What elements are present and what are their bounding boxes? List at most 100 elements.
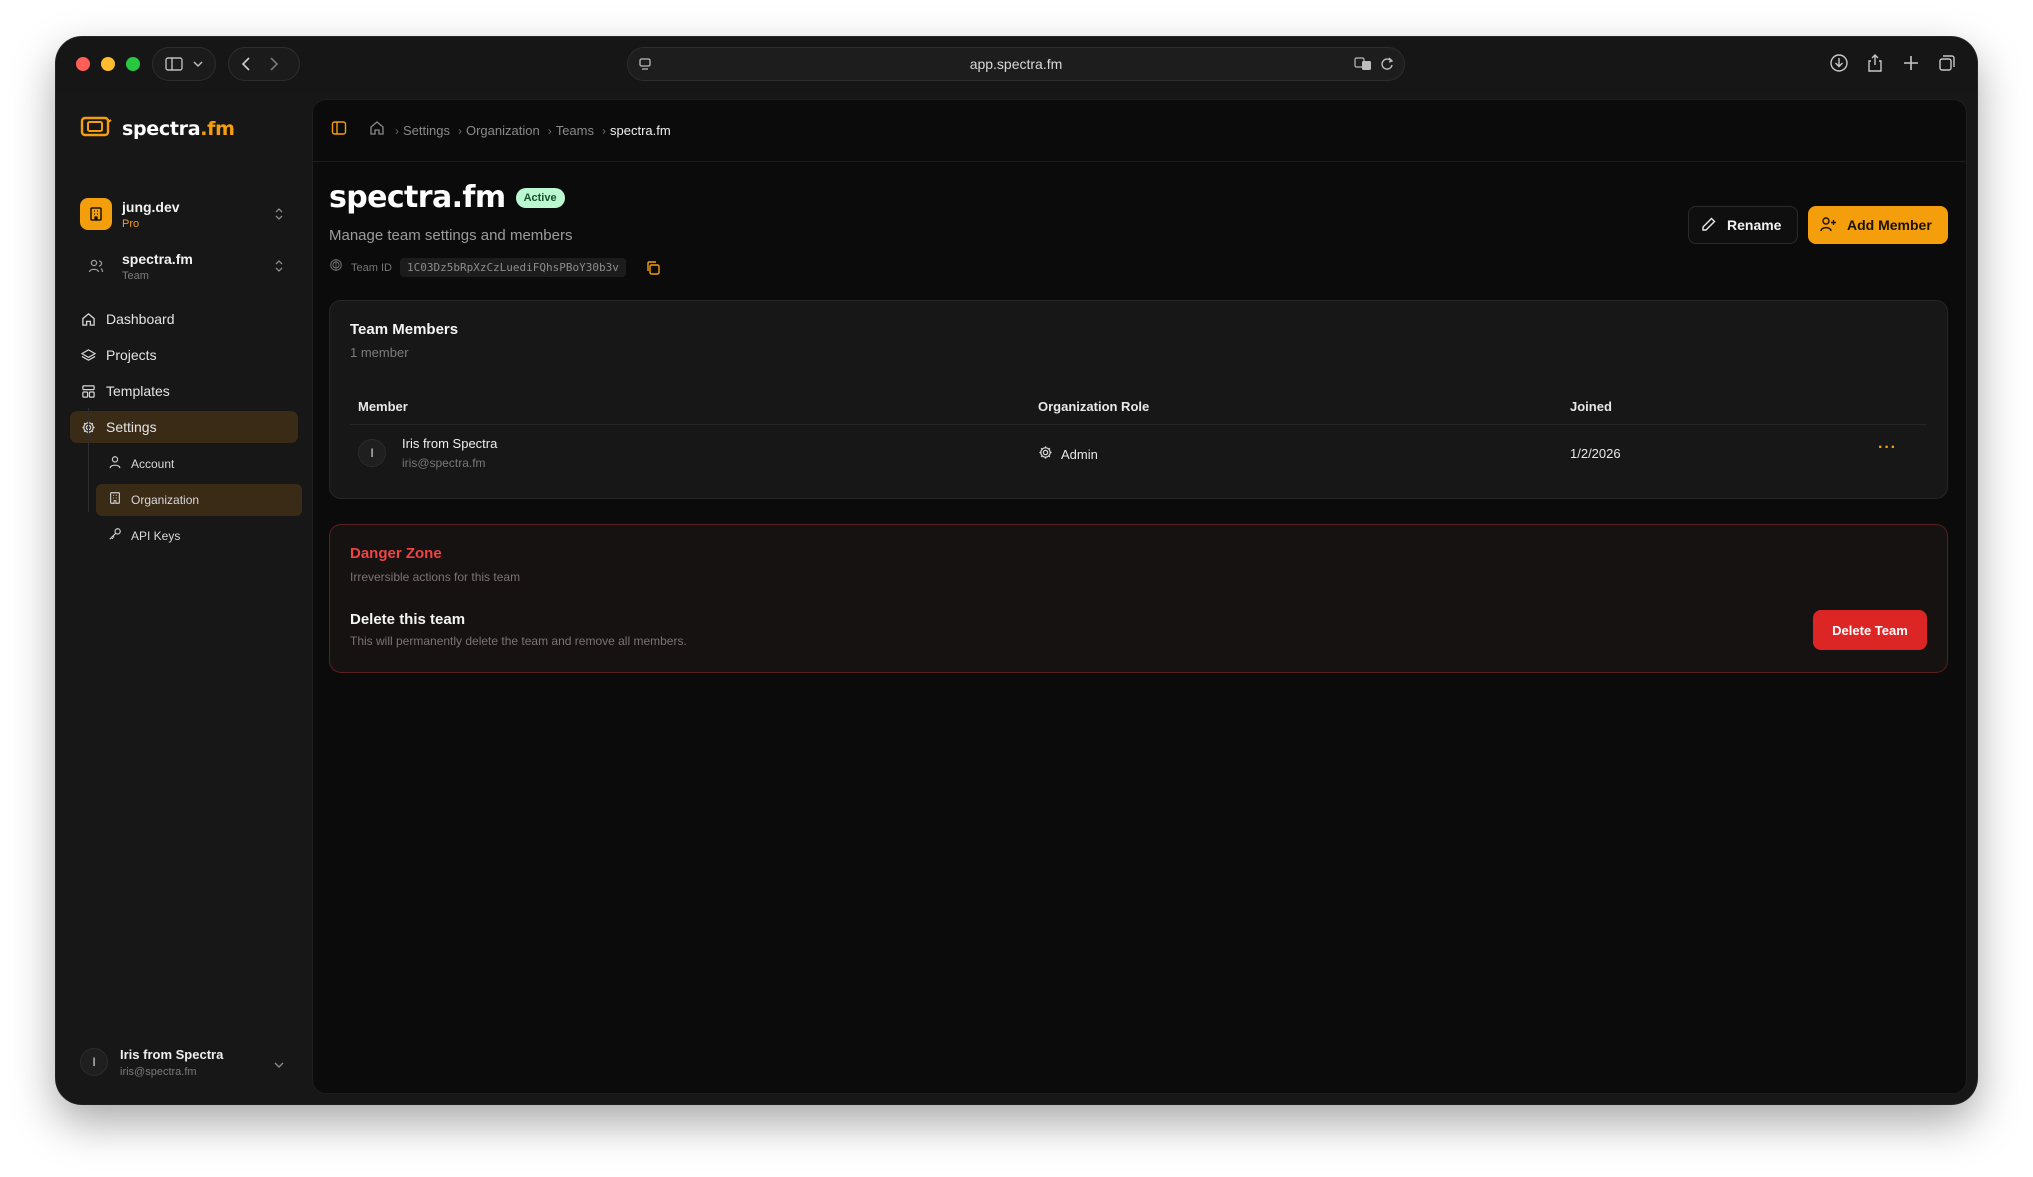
browser-toolbar: app.spectra.fm — [56, 37, 1977, 91]
reload-icon[interactable] — [1380, 56, 1394, 77]
sidebar: spectra.fm jung.dev Pro spectra.fm Team — [56, 91, 312, 1104]
tabs-overview-icon[interactable] — [1937, 53, 1957, 78]
rename-button-label: Rename — [1727, 217, 1782, 233]
share-icon[interactable] — [1865, 53, 1885, 78]
page-header: spectra.fm Active Manage team settings a… — [329, 180, 662, 277]
sidebar-item-label: Templates — [106, 383, 170, 399]
user-name: Iris from Spectra — [120, 1046, 224, 1062]
row-actions-button[interactable]: ··· — [1878, 439, 1897, 457]
translate-icon[interactable] — [1354, 56, 1372, 77]
org-name: jung.dev — [122, 198, 180, 215]
add-member-button-label: Add Member — [1847, 217, 1932, 233]
user-menu[interactable]: I Iris from Spectra iris@spectra.fm — [70, 1038, 298, 1086]
add-member-button[interactable]: Add Member — [1808, 206, 1948, 244]
sidebar-subitem-label: Account — [131, 457, 175, 471]
team-name: spectra.fm — [122, 250, 193, 267]
team-switcher[interactable]: spectra.fm Team — [70, 243, 298, 289]
column-header-member: Member — [358, 399, 408, 414]
team-kind: Team — [122, 269, 149, 282]
page-title: spectra.fm — [329, 180, 506, 215]
spectra-logo-icon — [80, 114, 112, 143]
danger-zone-card: Danger Zone Irreversible actions for thi… — [329, 524, 1948, 673]
new-tab-icon[interactable] — [1901, 53, 1921, 78]
card-title: Team Members — [350, 321, 459, 338]
sidebar-subitem-account[interactable]: Account — [96, 448, 302, 480]
delete-team-button[interactable]: Delete Team — [1813, 610, 1927, 650]
sidebar-icon — [165, 57, 183, 71]
breadcrumb-current: › spectra.fm — [602, 123, 671, 138]
breadcrumb-label: Organization — [465, 123, 540, 138]
page-settings-icon[interactable] — [638, 57, 652, 76]
fingerprint-icon — [329, 258, 343, 277]
browser-window: app.spectra.fm spectra.fm jung.dev Pro s… — [56, 37, 1977, 1104]
users-icon — [80, 250, 112, 282]
sidebar-item-templates[interactable]: Templates — [70, 375, 298, 407]
building-icon — [108, 491, 122, 510]
chevron-down-icon — [274, 1056, 284, 1074]
user-icon — [108, 455, 122, 474]
main-content: › Settings › Organization › Teams › spectra.… — [312, 99, 1967, 1094]
address-bar[interactable]: app.spectra.fm — [627, 47, 1405, 81]
delete-team-title: Delete this team — [350, 611, 466, 628]
danger-zone-subtitle: Irreversible actions for this team — [350, 570, 521, 584]
team-id-label: Team ID — [351, 261, 392, 274]
copy-icon[interactable] — [644, 259, 662, 277]
layout-icon — [80, 383, 96, 399]
user-email: iris@spectra.fm — [120, 1065, 197, 1078]
org-switcher[interactable]: jung.dev Pro — [70, 191, 298, 237]
member-name: Iris from Spectra — [402, 436, 498, 451]
building-icon — [80, 198, 112, 230]
member-role: Admin — [1038, 445, 1098, 463]
sidebar-subitem-label: Organization — [131, 493, 200, 507]
avatar: I — [358, 439, 386, 467]
sidebar-subitem-api-keys[interactable]: API Keys — [96, 520, 302, 552]
brand-name-main: spectra — [122, 117, 201, 140]
page-actions: Rename Add Member — [1688, 206, 1948, 244]
home-icon[interactable] — [369, 120, 385, 141]
member-role-label: Admin — [1061, 446, 1098, 462]
pencil-icon — [1701, 216, 1717, 235]
close-window-button[interactable] — [76, 57, 90, 71]
history-nav — [228, 47, 300, 81]
brand-logo[interactable]: spectra.fm — [80, 114, 235, 143]
team-id-row: Team ID 1C03Dz5bRpXzCzLuediFQhsPBoY30b3v — [329, 258, 662, 277]
sidebar-subitem-organization[interactable]: Organization — [96, 484, 302, 516]
rename-button[interactable]: Rename — [1688, 206, 1798, 244]
sidebar-item-label: Dashboard — [106, 311, 175, 327]
forward-icon[interactable] — [269, 57, 279, 71]
zoom-window-button[interactable] — [126, 57, 140, 71]
user-plus-icon — [1820, 216, 1837, 235]
table-row: I Iris from Spectra iris@spectra.fm Admi… — [350, 425, 1927, 483]
panel-toggle-icon[interactable] — [331, 120, 347, 141]
sidebar-toggle-button[interactable] — [152, 47, 216, 81]
breadcrumb-teams[interactable]: › Teams — [540, 123, 594, 138]
breadcrumb-label: Settings — [403, 123, 450, 138]
breadcrumb-organization[interactable]: › Organization — [450, 123, 540, 138]
sidebar-item-dashboard[interactable]: Dashboard — [70, 303, 298, 335]
breadcrumb: › Settings › Organization › Teams › spectra.… — [313, 100, 1966, 162]
back-icon[interactable] — [241, 57, 251, 71]
org-plan: Pro — [122, 217, 140, 230]
delete-team-description: This will permanently delete the team an… — [350, 634, 687, 648]
column-header-role: Organization Role — [1038, 399, 1150, 414]
layers-icon — [80, 347, 96, 363]
team-members-card: Team Members 1 member Member Organizatio… — [329, 300, 1948, 499]
member-joined: 1/2/2026 — [1570, 446, 1621, 461]
url-text: app.spectra.fm — [969, 56, 1063, 72]
member-email: iris@spectra.fm — [402, 456, 486, 470]
settings-subnav-rail — [88, 408, 89, 512]
minimize-window-button[interactable] — [101, 57, 115, 71]
brand-name-accent: .fm — [200, 117, 235, 140]
sidebar-item-projects[interactable]: Projects — [70, 339, 298, 371]
download-icon[interactable] — [1829, 53, 1849, 78]
sidebar-item-label: Projects — [106, 347, 157, 363]
breadcrumb-label: spectra.fm — [610, 123, 671, 138]
breadcrumb-settings[interactable]: › Settings — [387, 123, 450, 138]
page-subtitle: Manage team settings and members — [329, 227, 573, 244]
breadcrumb-label: Teams — [555, 123, 594, 138]
chevron-down-icon — [193, 60, 203, 68]
sidebar-item-settings[interactable]: Settings — [70, 411, 298, 443]
brand-name: spectra.fm — [122, 118, 235, 140]
avatar: I — [80, 1048, 108, 1076]
sidebar-item-label: Settings — [106, 419, 157, 435]
